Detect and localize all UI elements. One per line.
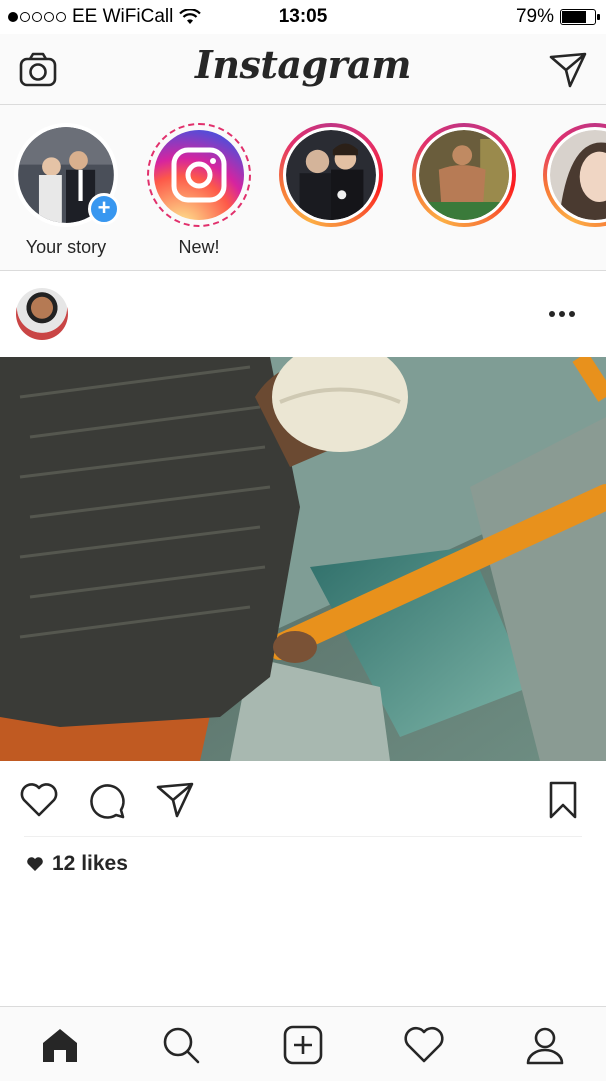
likes-count[interactable]: 12 likes [26, 852, 128, 876]
home-icon[interactable] [38, 1023, 82, 1067]
bottom-tab-bar [0, 1006, 606, 1081]
battery-info: 79% [515, 6, 600, 28]
activity-heart-icon[interactable] [402, 1023, 446, 1067]
add-story-badge[interactable]: + [88, 193, 120, 225]
comment-icon[interactable] [86, 779, 128, 821]
search-icon[interactable] [159, 1023, 203, 1067]
story-new[interactable]: New! [144, 123, 254, 258]
profile-icon[interactable] [523, 1023, 567, 1067]
bookmark-icon[interactable] [542, 779, 584, 821]
story-user[interactable] [276, 123, 386, 237]
instagram-logo: Instagram [195, 42, 411, 87]
post-photo[interactable] [0, 357, 606, 761]
add-post-icon[interactable] [281, 1023, 325, 1067]
post-photo-content [0, 357, 606, 761]
story-avatar [550, 130, 606, 220]
heart-icon[interactable] [18, 779, 60, 821]
status-bar: EE WiFiCall 13:05 79% [0, 0, 606, 34]
battery-icon [560, 9, 600, 25]
more-options-icon[interactable] [548, 307, 576, 321]
actions-divider [24, 836, 582, 837]
app-header: Instagram [0, 34, 606, 105]
likes-heart-icon [27, 857, 43, 871]
battery-percent: 79% [515, 6, 554, 27]
stories-tray: + Your story New! [0, 105, 606, 271]
story-label: New! [178, 237, 220, 257]
story-avatar [286, 130, 376, 220]
story-your-story[interactable]: + Your story [11, 123, 121, 258]
story-avatar [419, 130, 509, 220]
instagram-new-icon [154, 130, 244, 220]
likes-text: 12 likes [52, 852, 128, 875]
direct-message-icon[interactable] [548, 50, 588, 90]
story-label: Your story [25, 237, 107, 257]
story-user[interactable] [540, 123, 606, 237]
share-icon[interactable] [154, 779, 196, 821]
post-actions-bar [0, 761, 606, 837]
post-header [0, 271, 606, 357]
post-author-avatar[interactable] [16, 288, 68, 340]
story-user[interactable] [409, 123, 519, 237]
